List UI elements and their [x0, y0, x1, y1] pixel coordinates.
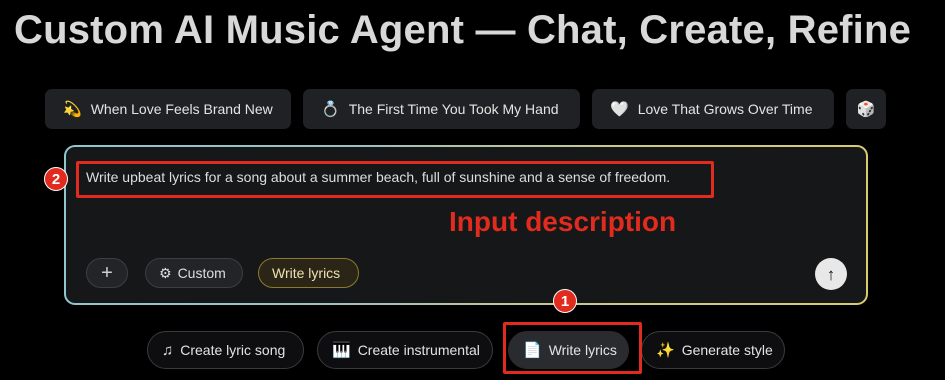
mode-create-lyric-song[interactable]: ♫ Create lyric song	[147, 331, 304, 369]
annotation-input-description: Input description	[449, 206, 677, 237]
mode-label: Create lyric song	[180, 342, 286, 358]
suggestion-label: When Love Feels Brand New	[90, 101, 273, 117]
highlight-box-write-lyrics	[503, 322, 642, 374]
mode-create-instrumental[interactable]: 🎹 Create instrumental	[317, 331, 493, 369]
sliders-icon: ⚙	[159, 264, 172, 281]
mode-label: Create instrumental	[357, 342, 480, 358]
suggestion-label: Love That Grows Over Time	[637, 101, 813, 117]
custom-label: Custom	[177, 265, 226, 281]
suggestion-chip-brand-new[interactable]: 💫 When Love Feels Brand New	[45, 89, 291, 129]
plus-icon: +	[101, 262, 113, 284]
suggestion-chip-first-time[interactable]: 💍 The First Time You Took My Hand	[303, 89, 580, 129]
send-button[interactable]: ↑	[815, 258, 847, 290]
attach-button[interactable]: +	[86, 258, 128, 288]
suggestion-chip-grows[interactable]: 🤍 Love That Grows Over Time	[592, 89, 834, 129]
white-heart-icon: 🤍	[610, 100, 629, 118]
page: Custom AI Music Agent — Chat, Create, Re…	[0, 0, 945, 380]
piano-keys-icon: 🎹	[332, 341, 351, 359]
dizzy-star-icon: 💫	[63, 100, 82, 118]
step-badge-1: 1	[553, 289, 577, 313]
write-lyrics-tag[interactable]: Write lyrics	[258, 258, 359, 288]
ring-icon: 💍	[321, 100, 340, 118]
highlight-box-prompt	[76, 161, 714, 198]
step-badge-2: 2	[44, 167, 68, 191]
custom-button[interactable]: ⚙ Custom	[145, 258, 243, 288]
page-title: Custom AI Music Agent — Chat, Create, Re…	[14, 8, 912, 52]
music-note-icon: ♫	[162, 341, 174, 359]
dice-icon: 🎲	[856, 100, 876, 118]
sparkles-icon: ✨	[656, 341, 675, 359]
mode-label: Generate style	[681, 342, 773, 358]
mode-generate-style[interactable]: ✨ Generate style	[641, 331, 785, 369]
write-lyrics-tag-label: Write lyrics	[272, 265, 341, 281]
arrow-up-icon: ↑	[826, 264, 836, 284]
suggestion-label: The First Time You Took My Hand	[348, 101, 559, 117]
random-suggestion-button[interactable]: 🎲	[846, 89, 886, 129]
